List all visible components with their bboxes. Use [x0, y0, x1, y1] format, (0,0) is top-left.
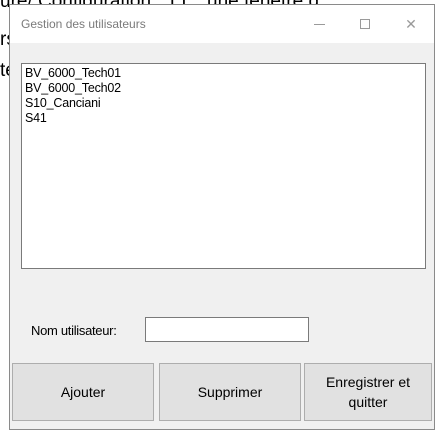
users-listbox[interactable]: BV_6000_Tech01 BV_6000_Tech02 S10_Cancia…	[21, 63, 426, 269]
list-item[interactable]: S10_Canciani	[25, 96, 422, 111]
window-title: Gestion des utilisateurs	[21, 17, 146, 31]
minimize-icon	[313, 23, 325, 25]
username-input[interactable]	[145, 317, 309, 342]
username-label: Nom utilisateur:	[31, 323, 117, 338]
close-icon: ✕	[405, 15, 417, 32]
delete-button[interactable]: Supprimer	[159, 363, 301, 421]
add-button[interactable]: Ajouter	[12, 363, 154, 421]
add-button-label: Ajouter	[60, 384, 106, 400]
save-button-label: Enregistrer et quitter	[326, 372, 410, 412]
delete-button-label: Supprimer	[197, 384, 263, 400]
title-bar[interactable]: Gestion des utilisateurs ✕	[10, 5, 434, 43]
list-item[interactable]: BV_6000_Tech02	[25, 81, 422, 96]
save-button-label-line2: quitter	[348, 394, 388, 410]
user-management-dialog: Gestion des utilisateurs ✕ BV_6000_Tech0…	[9, 4, 435, 430]
save-and-quit-button[interactable]: Enregistrer et quitter	[304, 363, 432, 421]
minimize-button[interactable]	[296, 5, 342, 43]
maximize-icon	[360, 19, 370, 29]
list-item[interactable]: BV_6000_Tech01	[25, 66, 422, 81]
maximize-button[interactable]	[342, 5, 388, 43]
list-item[interactable]: S41	[25, 111, 422, 126]
save-button-label-line1: Enregistrer et	[325, 374, 411, 390]
close-button[interactable]: ✕	[388, 5, 434, 43]
